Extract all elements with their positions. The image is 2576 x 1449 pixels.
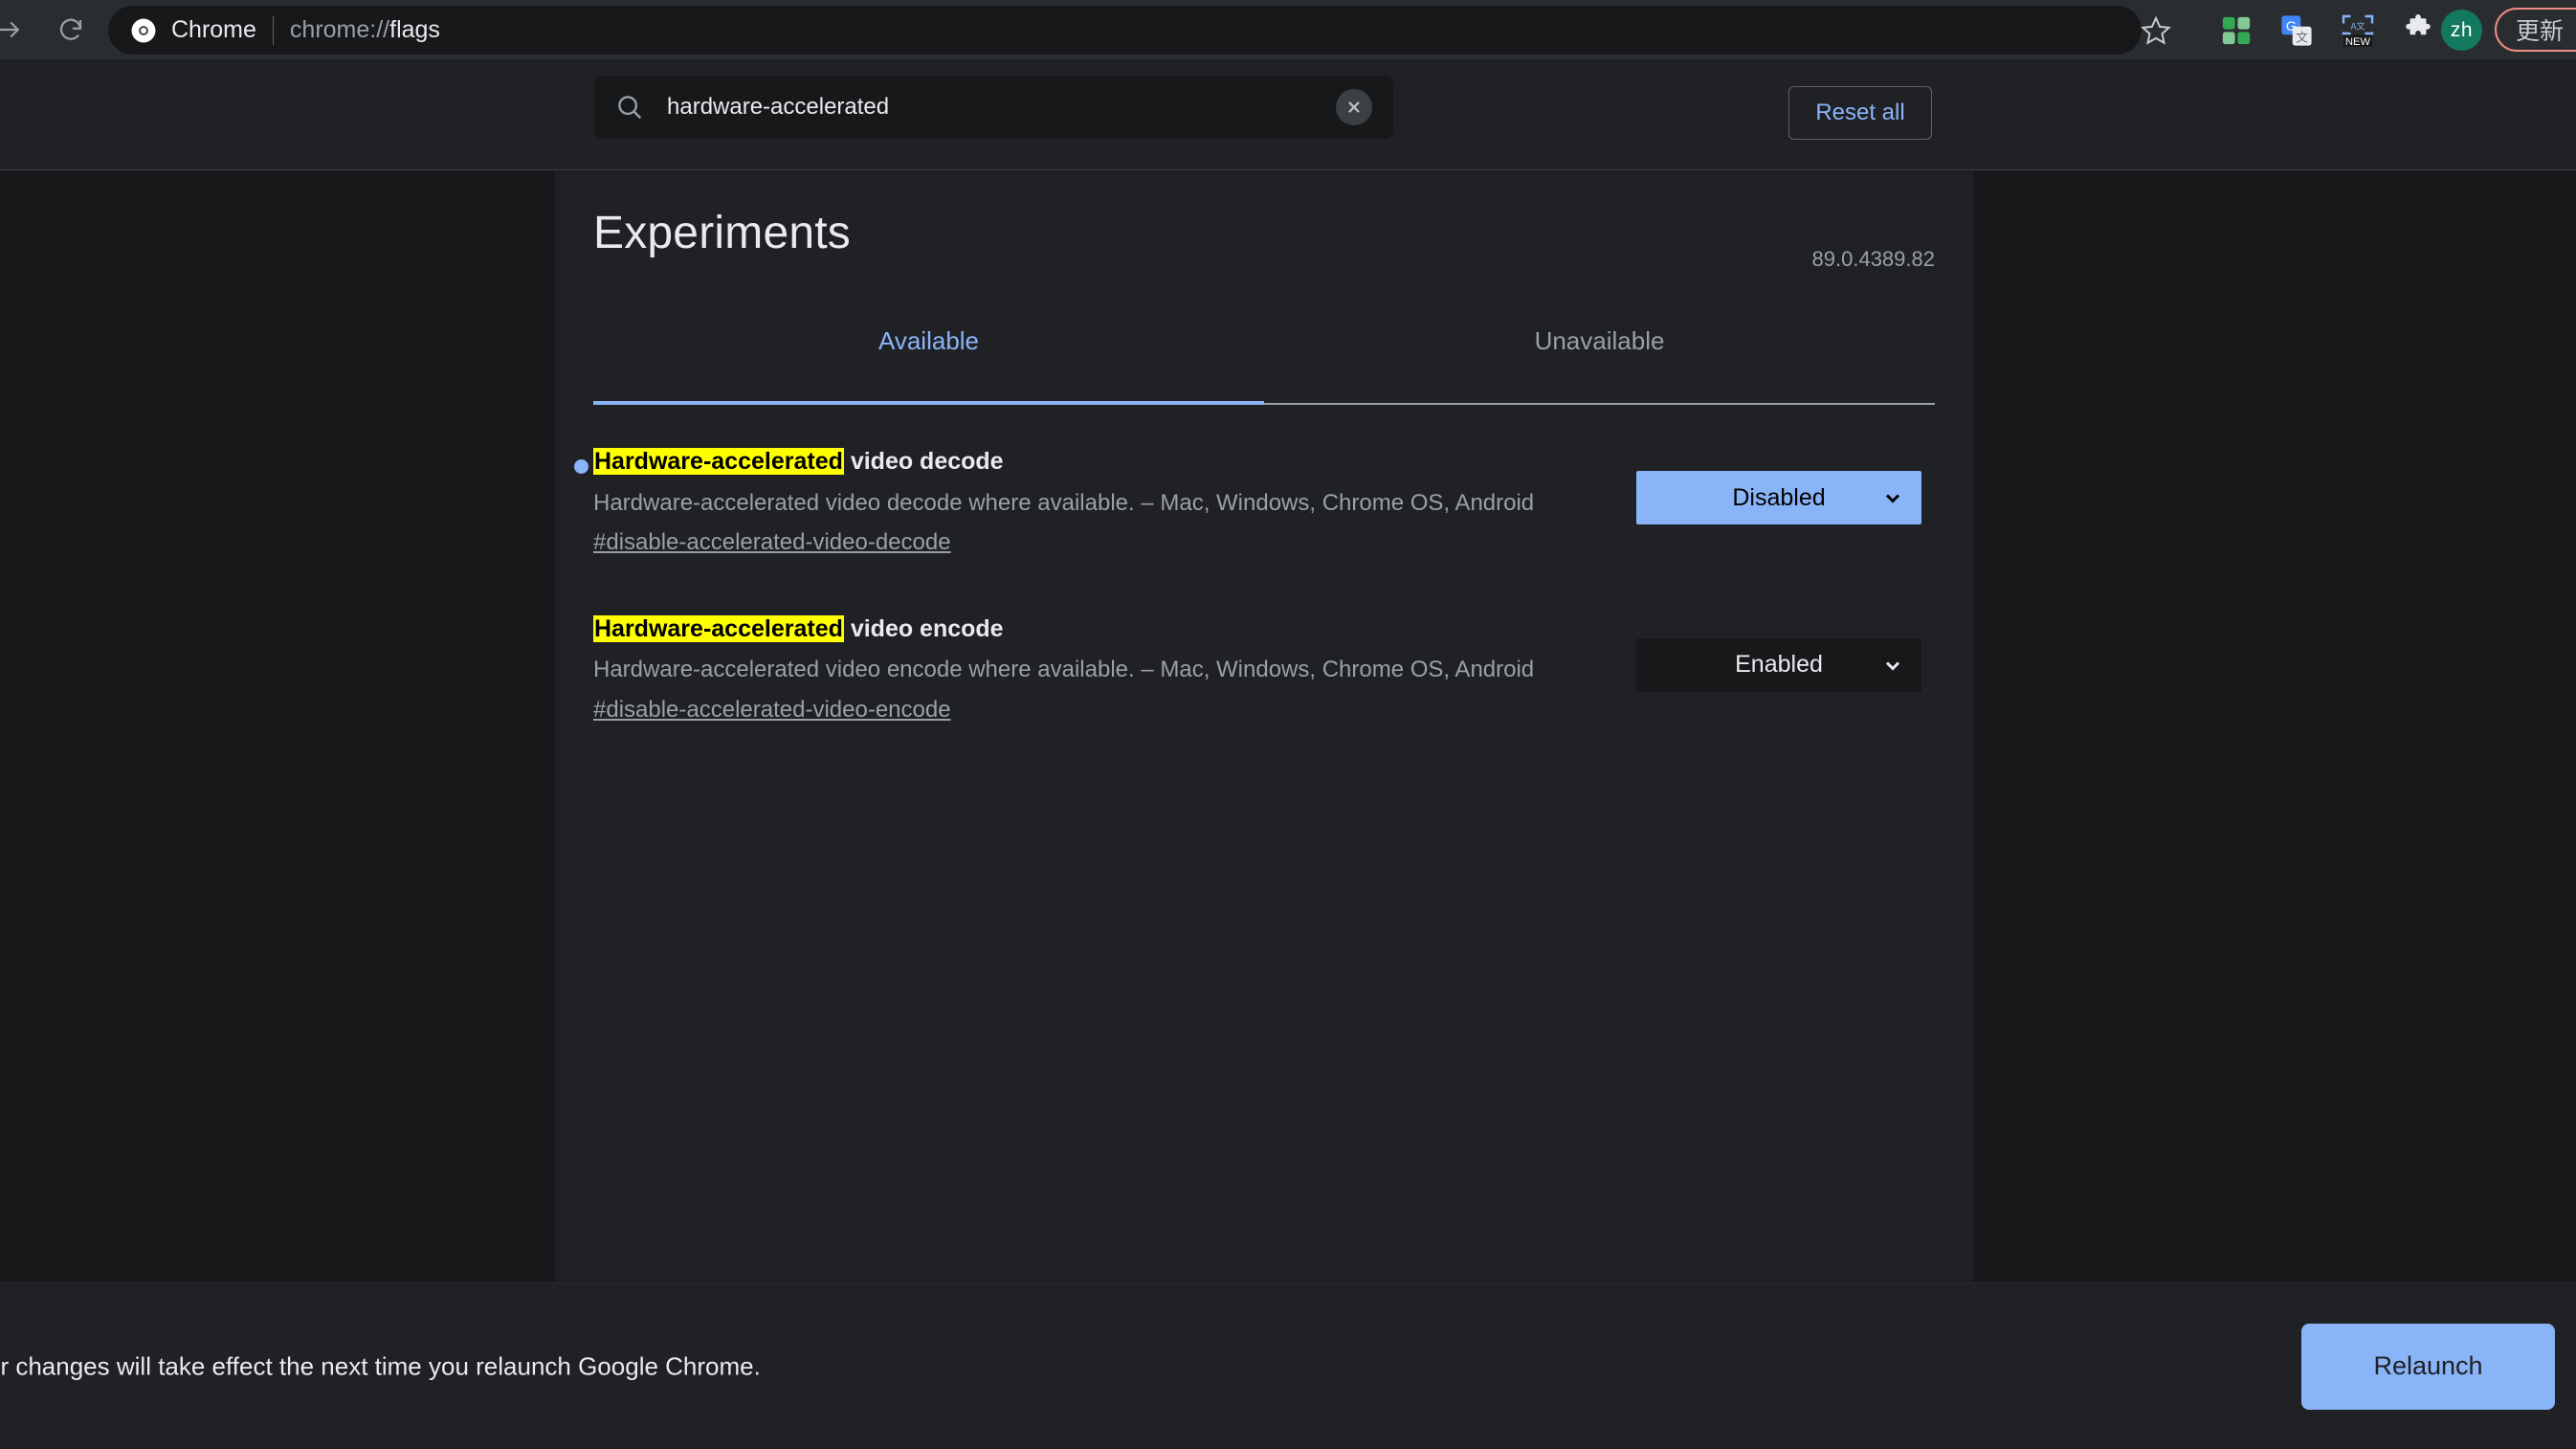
omnibox-divider: [272, 15, 274, 45]
extensions-puzzle-icon[interactable]: [2397, 10, 2439, 52]
relaunch-bar: ur changes will take effect the next tim…: [0, 1282, 2576, 1449]
flag-state-value: Enabled: [1735, 651, 1823, 679]
flag-state-select[interactable]: Enabled: [1636, 637, 1921, 692]
flag-title-highlight: Hardware-accelerated: [593, 614, 844, 642]
flag-id-link[interactable]: #disable-accelerated-video-decode: [593, 527, 951, 557]
search-input[interactable]: hardware-accelerated: [667, 94, 1336, 121]
omnibox-url-scheme: chrome://: [289, 16, 390, 43]
chrome-logo-icon: [131, 18, 156, 42]
flag-text-block: Hardware-accelerated video decode Hardwa…: [593, 446, 1608, 557]
svg-text:文: 文: [2296, 30, 2308, 44]
update-button-label: 更新: [2516, 18, 2565, 45]
tab-available-label: Available: [877, 326, 980, 355]
relaunch-message: ur changes will take effect the next tim…: [0, 1351, 761, 1380]
flag-item: Hardware-accelerated video encode Hardwa…: [555, 613, 1973, 724]
omnibox-url-path: flags: [389, 16, 440, 43]
reset-all-button[interactable]: Reset all: [1788, 86, 1932, 140]
reload-button[interactable]: [44, 3, 98, 56]
omnibox-url: chrome://flags: [290, 16, 440, 44]
flag-title: Hardware-accelerated video decode: [593, 446, 1608, 478]
flag-state-select[interactable]: Disabled: [1636, 471, 1921, 524]
flags-search-strip: hardware-accelerated: [0, 59, 2576, 170]
chevron-down-icon: [1881, 486, 1904, 509]
omnibox[interactable]: Chrome chrome://flags: [108, 6, 2142, 55]
flag-title-highlight: Hardware-accelerated: [593, 448, 844, 475]
relaunch-button[interactable]: Relaunch: [2301, 1323, 2555, 1410]
flag-description: Hardware-accelerated video encode where …: [593, 657, 1535, 683]
flag-title-rest: video decode: [843, 448, 1004, 475]
reset-all-label: Reset all: [1815, 100, 1905, 125]
chrome-flags-page: Chrome chrome://flags G 文 A文 NEW zh 更新 h…: [0, 0, 2576, 1449]
svg-text:A文: A文: [2350, 21, 2365, 32]
search-icon: [615, 93, 644, 122]
chrome-version: 89.0.4389.82: [1811, 247, 1935, 271]
page-title: Experiments: [593, 208, 851, 258]
tab-unavailable-label: Unavailable: [1534, 326, 1665, 355]
update-button[interactable]: 更新: [2495, 8, 2576, 52]
experiments-panel: Experiments 89.0.4389.82 Available Unava…: [555, 171, 1973, 1282]
flag-title: Hardware-accelerated video encode: [593, 613, 1608, 645]
flag-description: Hardware-accelerated video decode where …: [593, 489, 1535, 516]
omnibox-app-name: Chrome: [171, 16, 256, 43]
flag-item: Hardware-accelerated video decode Hardwa…: [555, 446, 1973, 557]
relaunch-button-label: Relaunch: [2373, 1351, 2483, 1380]
tab-available[interactable]: Available: [593, 313, 1264, 405]
chevron-down-icon: [1881, 654, 1904, 677]
flag-state-value: Disabled: [1732, 483, 1826, 511]
profile-avatar[interactable]: zh: [2441, 10, 2482, 51]
clear-search-icon[interactable]: [1336, 89, 1372, 125]
google-translate-icon[interactable]: G 文: [2276, 10, 2318, 52]
scan-new-badge-label: NEW: [2345, 36, 2371, 48]
flag-list: Hardware-accelerated video decode Hardwa…: [555, 446, 1973, 781]
experiments-tabs: Available Unavailable: [593, 313, 1935, 405]
forward-button[interactable]: [0, 3, 36, 56]
flag-text-block: Hardware-accelerated video encode Hardwa…: [593, 613, 1608, 724]
browser-toolbar: Chrome chrome://flags G 文 A文 NEW zh 更新: [0, 0, 2576, 59]
qr-grid-icon[interactable]: [2215, 10, 2257, 52]
flag-title-rest: video encode: [843, 614, 1004, 642]
flag-id-link[interactable]: #disable-accelerated-video-encode: [593, 695, 951, 724]
tab-unavailable[interactable]: Unavailable: [1264, 313, 1935, 403]
profile-avatar-initials: zh: [2450, 18, 2474, 41]
flag-modified-dot: [574, 459, 588, 474]
scan-new-icon[interactable]: A文 NEW: [2337, 10, 2379, 52]
bookmark-star-icon[interactable]: [2136, 11, 2176, 51]
search-input-wrapper[interactable]: hardware-accelerated: [594, 76, 1393, 139]
